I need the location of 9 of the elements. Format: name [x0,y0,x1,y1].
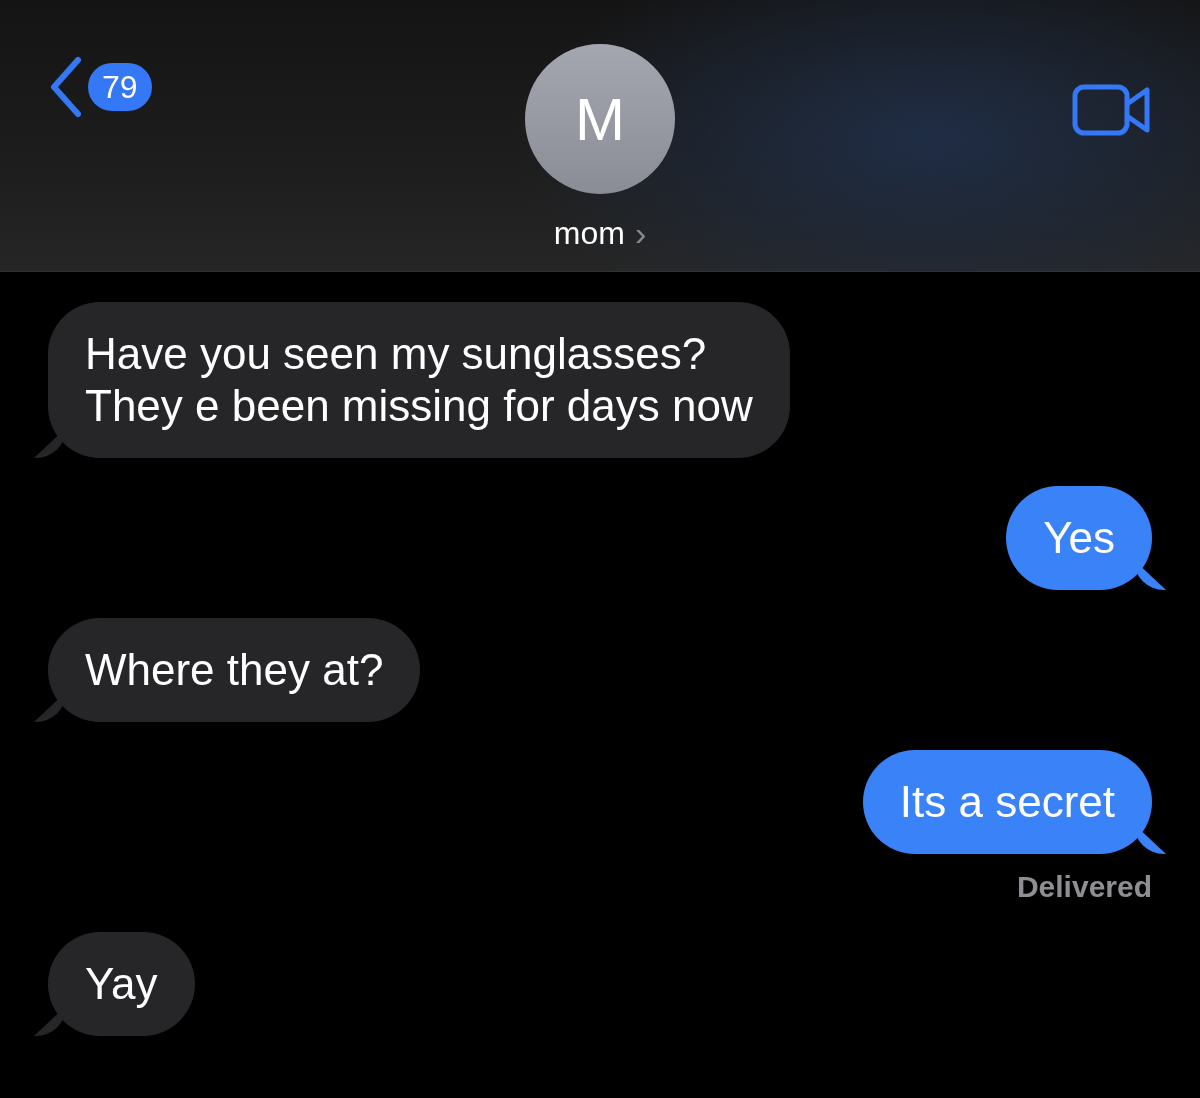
unread-count-badge: 79 [88,63,152,111]
contact-avatar: M [525,44,675,194]
back-chevron-icon [48,56,82,118]
back-button[interactable]: 79 [48,44,152,118]
video-camera-icon [1072,84,1152,136]
contact-name-button[interactable]: mom › [553,214,647,253]
chevron: › [634,214,647,253]
delivery-status: Delivered [1016,870,1152,904]
contact-name: mom [553,215,625,252]
